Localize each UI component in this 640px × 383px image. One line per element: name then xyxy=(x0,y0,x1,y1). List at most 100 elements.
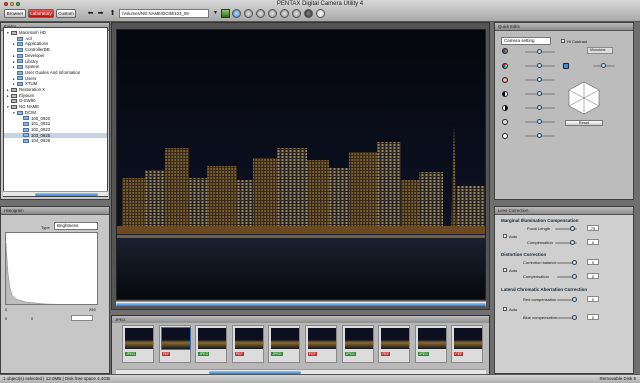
distortion-compensation-slider[interactable] xyxy=(557,274,577,279)
folder-tree-item[interactable]: ▸ Users xyxy=(4,76,107,82)
folder-tree-item[interactable]: ControllerDB xyxy=(4,47,107,53)
thumbnail[interactable]: JPEG xyxy=(341,325,374,363)
back-arrow-icon[interactable]: ⬅ xyxy=(86,9,95,18)
mode-browser-button[interactable]: Browser xyxy=(4,9,26,18)
print-icon[interactable] xyxy=(280,9,289,18)
reset-button[interactable]: Reset xyxy=(565,120,603,126)
folder-tree-item[interactable]: ▸ Developer xyxy=(4,53,107,59)
save-icon[interactable] xyxy=(292,9,301,18)
folder-tree-item[interactable]: 103_0925 xyxy=(4,132,107,139)
marginal-compensation-field[interactable]: 0 xyxy=(587,239,599,245)
minimize-window-icon[interactable] xyxy=(10,2,14,6)
viewer-scrollbar[interactable] xyxy=(116,301,486,306)
thumbnail[interactable]: JPEG xyxy=(268,325,301,363)
thumbnail[interactable]: PEF xyxy=(305,325,337,363)
folder-tree-item[interactable]: ▸ Restoration X xyxy=(4,87,107,93)
slider-brightness[interactable] xyxy=(525,105,555,110)
thumbnail-image xyxy=(160,327,191,350)
mode-laboratory-button[interactable]: Laboratory xyxy=(28,9,54,18)
help-icon[interactable] xyxy=(316,9,325,18)
folder-tree-item[interactable]: ▸ Elysium xyxy=(4,93,107,99)
folder-tree-label: Users xyxy=(25,75,37,81)
folder-tree-scrollbar[interactable] xyxy=(3,191,108,196)
thumbnail[interactable]: JPEG xyxy=(195,325,228,363)
folder-tree-item[interactable]: 102_0923 xyxy=(4,127,107,133)
compare-icon[interactable] xyxy=(268,9,277,18)
viewer-scroll-thumb[interactable] xyxy=(116,302,486,306)
adjustment-panel-header: Quick Edits xyxy=(495,23,633,31)
folder-tree-item[interactable]: 100_0920 xyxy=(4,116,107,122)
correction-balance-slider[interactable] xyxy=(557,260,577,265)
folder-tree-item[interactable]: G-SW90 xyxy=(4,98,107,104)
distortion-auto-checkbox[interactable] xyxy=(503,268,507,272)
refresh-icon[interactable] xyxy=(232,9,241,18)
thumbnail[interactable]: PEF xyxy=(378,325,411,363)
thumbnail[interactable]: PEF xyxy=(158,325,191,363)
histogram-graph xyxy=(5,232,98,305)
zoom-window-icon[interactable] xyxy=(16,2,20,6)
folder-icon xyxy=(17,110,23,115)
folder-tree-label: 104_0926 xyxy=(31,138,51,144)
up-arrow-icon[interactable]: ⬆ xyxy=(108,9,117,18)
folder-tree-item[interactable]: ▸ Applications xyxy=(4,41,107,47)
focal-length-field[interactable]: 75 xyxy=(587,225,599,231)
red-compensation-slider[interactable] xyxy=(557,297,577,302)
folder-tree-item[interactable]: User Guides And Information xyxy=(4,70,107,76)
folder-tree-item[interactable]: 104_0926 xyxy=(4,138,107,144)
folder-tree-item[interactable]: 101_0922 xyxy=(4,121,107,127)
filter-icon[interactable] xyxy=(563,63,569,69)
slider-contrast[interactable] xyxy=(525,91,555,96)
folder-tree-item[interactable]: .vol xyxy=(4,36,107,42)
thumbnail[interactable]: JPEG xyxy=(122,325,154,363)
marginal-compensation-slider[interactable] xyxy=(555,240,577,245)
folder-tree-item[interactable]: ▾ Macintosh HD xyxy=(4,30,107,36)
distortion-compensation-field[interactable]: 0 xyxy=(587,273,599,279)
file-type-badge: PEF xyxy=(234,352,244,356)
file-type-badge: JPEG xyxy=(417,352,429,356)
monotone-select[interactable]: Monotone xyxy=(587,47,613,54)
folder-tree-scroll-thumb[interactable] xyxy=(34,192,98,196)
filmstrip-header: JPEG xyxy=(112,316,489,323)
path-field[interactable]: /Volumes/NO NAME/DCIM/103_09 xyxy=(119,9,209,18)
home-icon[interactable] xyxy=(221,9,230,18)
thumbnail[interactable]: JPEG xyxy=(414,325,447,363)
correction-balance-field[interactable]: 0 xyxy=(587,259,599,265)
histogram-value-field[interactable] xyxy=(71,315,93,321)
slider-filter[interactable] xyxy=(593,63,615,68)
slider-saturation[interactable] xyxy=(525,77,555,82)
red-compensation-field[interactable]: 0 xyxy=(587,296,599,302)
camera-setting-select[interactable]: Camera setting xyxy=(501,37,551,45)
thumbnail[interactable]: PEF xyxy=(231,325,264,363)
rotate-right-icon[interactable] xyxy=(256,9,265,18)
lateral-auto-checkbox[interactable] xyxy=(503,307,507,311)
path-dropdown-icon[interactable]: ▾ xyxy=(211,9,220,18)
thumbnail-image xyxy=(234,328,263,349)
thumbnail[interactable]: PEF xyxy=(451,325,484,363)
rotate-left-icon[interactable] xyxy=(244,9,253,18)
hi-contrast-checkbox[interactable] xyxy=(561,39,565,43)
histogram-type-select[interactable]: Brightness xyxy=(54,222,98,230)
focal-length-slider[interactable] xyxy=(555,226,577,231)
image-viewer[interactable] xyxy=(111,22,490,310)
folder-tree-item[interactable]: ▾ NO NAME xyxy=(4,104,107,110)
slider-fine-sharpness[interactable] xyxy=(525,133,555,138)
folder-tree-label: 102_0923 xyxy=(31,126,51,132)
folder-tree-item[interactable]: ▸ XTUM xyxy=(4,81,107,87)
folder-tree-item[interactable]: ▸ Library xyxy=(4,59,107,65)
slider-sharpness[interactable] xyxy=(525,119,555,124)
slider-hue[interactable] xyxy=(525,63,555,68)
blue-compensation-field[interactable]: 0 xyxy=(587,314,599,320)
thumbnail-image xyxy=(125,328,153,349)
mode-custom-button[interactable]: Custom xyxy=(56,9,76,18)
folder-tree-item[interactable]: ▾ DCIM xyxy=(4,110,107,116)
settings-gear-icon[interactable] xyxy=(304,9,313,18)
folder-tree-label: User Guides And Information xyxy=(25,69,81,75)
blue-compensation-slider[interactable] xyxy=(557,315,577,320)
folder-tree-item[interactable]: ▸ System xyxy=(4,64,107,70)
thumbnail-image xyxy=(381,328,410,349)
close-window-icon[interactable] xyxy=(4,2,8,6)
marginal-auto-checkbox[interactable] xyxy=(503,234,507,238)
forward-arrow-icon[interactable]: ➡ xyxy=(96,9,105,18)
filmstrip: JPEG JPEG PEF JPEG PEF JPEG PEF JPEG PEF JPEG PEF xyxy=(111,315,490,376)
slider-color[interactable] xyxy=(525,49,555,54)
